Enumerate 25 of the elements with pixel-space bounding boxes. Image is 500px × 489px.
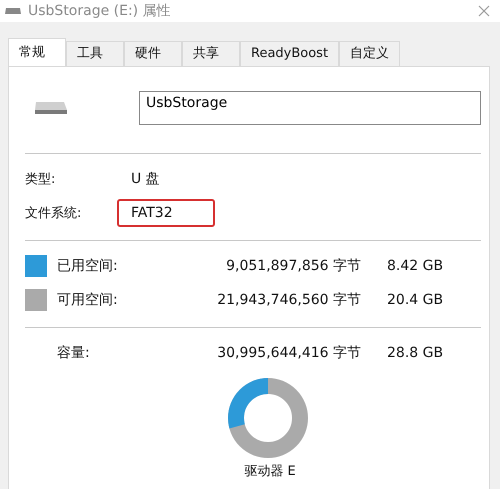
property-value: FAT32 [117,199,215,227]
window-title: UsbStorage (E:) 属性 [28,2,171,20]
usb-drive-icon [33,100,69,116]
space-label: 已用空间: [57,257,119,275]
tab[interactable]: 常规 [8,38,66,66]
drive-label: 驱动器 E [244,463,296,480]
name-field[interactable]: UsbStorage [139,91,481,125]
byte-count: 30,995,644,416 字节 [216,344,361,362]
size-value: 28.8 GB [387,345,444,361]
byte-count: 9,051,897,856 字节 [225,257,361,275]
tab[interactable]: 自定义 [339,41,400,66]
byte-count: 21,943,746,560 字节 [216,291,361,309]
drive-icon [4,6,22,16]
property-label: 类型: [25,171,56,188]
tab[interactable]: 硬件 [124,41,182,66]
property-value: U 盘 [130,170,161,189]
tab[interactable]: 共享 [182,41,240,66]
close-icon[interactable] [478,5,490,17]
size-value: 8.42 GB [387,258,444,274]
space-label: 可用空间: [57,291,119,309]
property-label: 文件系统: [25,205,82,222]
size-value: 20.4 GB [387,292,444,308]
capacity-label: 容量: [57,344,91,362]
tab[interactable]: 工具 [66,41,124,66]
tab[interactable]: ReadyBoost [240,41,340,66]
